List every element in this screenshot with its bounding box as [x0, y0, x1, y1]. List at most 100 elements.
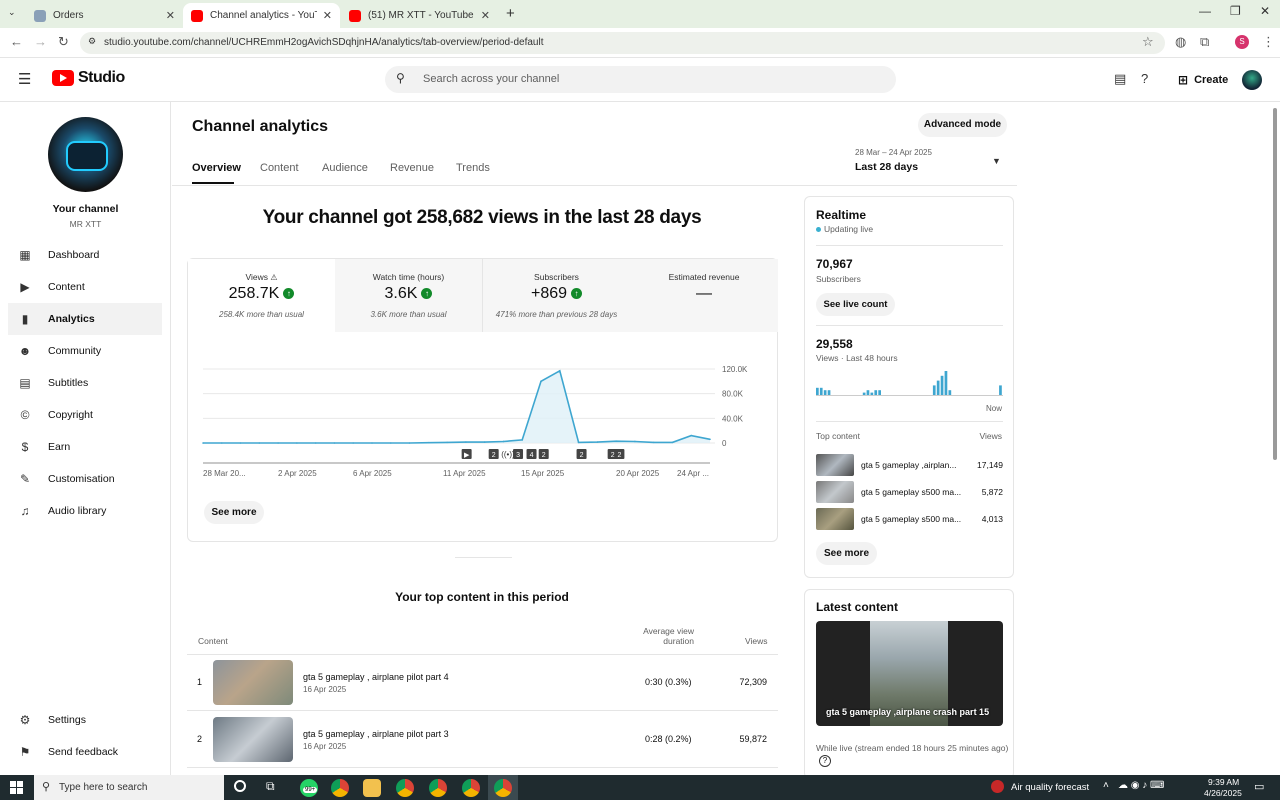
video-thumbnail: [816, 481, 854, 503]
tab-revenue[interactable]: Revenue: [390, 162, 434, 174]
video-title[interactable]: gta 5 gameplay , airplane pilot part 3: [303, 729, 449, 739]
sidebar-item-content[interactable]: ▶ Content: [8, 271, 162, 303]
air-quality-label[interactable]: Air quality forecast: [1011, 782, 1089, 793]
event-marker-label: ▶: [464, 452, 470, 459]
browser-tab-orders[interactable]: Orders ✕: [26, 3, 183, 28]
video-thumbnail[interactable]: [213, 660, 293, 705]
clock-time[interactable]: 9:39 AM: [1208, 777, 1239, 787]
metric-subscribers[interactable]: Subscribers +869 ↑ 471% more than previou…: [483, 259, 631, 332]
weather-icon[interactable]: [991, 780, 1004, 793]
chrome-icon[interactable]: [331, 779, 349, 797]
youtube-logo-icon[interactable]: [52, 70, 74, 86]
forward-icon[interactable]: →: [34, 34, 47, 49]
sidebar-item-settings[interactable]: ⚙ Settings: [8, 704, 162, 736]
sidebar-item-customisation[interactable]: ✎ Customisation: [8, 463, 162, 495]
latest-video-thumbnail[interactable]: gta 5 gameplay ,airplane crash part 15: [816, 621, 1003, 726]
realtime-bar-chart[interactable]: [816, 367, 1003, 399]
browser-tab-channel[interactable]: (51) MR XTT - YouTube ✕: [341, 3, 498, 28]
column-header-views[interactable]: Views: [745, 636, 768, 646]
channel-avatar[interactable]: [48, 117, 123, 192]
see-live-count-button[interactable]: See live count: [816, 293, 895, 316]
bookmark-star-icon[interactable]: ☆: [1142, 34, 1154, 50]
tab-overview[interactable]: Overview: [192, 162, 241, 174]
back-icon[interactable]: ←: [10, 34, 23, 49]
globe-icon[interactable]: ◍: [1175, 34, 1186, 50]
browser-menu-icon[interactable]: ⋮: [1262, 34, 1275, 50]
close-tab-icon[interactable]: ✕: [481, 9, 490, 22]
show-hidden-icons[interactable]: ˄: [1103, 780, 1109, 791]
data-point: [258, 442, 261, 444]
table-row[interactable]: 1 gta 5 gameplay , airplane pilot part 4…: [187, 655, 778, 711]
views-line-chart[interactable]: 120.0K80.0K40.0K0▶ 2 ((•)) 3 4 2 2 2 228 Mar 20.…: [188, 349, 777, 489]
data-point: [352, 442, 355, 444]
sidebar-item-copyright[interactable]: © Copyright: [8, 399, 162, 431]
site-info-icon[interactable]: ⚙: [88, 36, 96, 47]
table-row[interactable]: 2 gta 5 gameplay , airplane pilot part 3…: [187, 712, 778, 768]
taskbar-search-input[interactable]: ⚲ Type here to search: [34, 775, 224, 800]
system-tray-icons[interactable]: ☁ ◉ ♪ ⌨: [1118, 780, 1165, 791]
hamburger-menu-icon[interactable]: ☰: [18, 70, 31, 88]
minimize-icon[interactable]: —: [1199, 4, 1211, 18]
windows-start-icon[interactable]: [10, 781, 23, 794]
see-more-button[interactable]: See more: [816, 542, 877, 565]
url-field[interactable]: ⚙ studio.youtube.com/channel/UCHREmmH2og…: [80, 32, 1165, 54]
new-tab-button[interactable]: +: [506, 5, 515, 22]
task-view-icon[interactable]: ⧉: [266, 779, 275, 794]
data-point: [709, 438, 711, 441]
series-line: [203, 369, 711, 444]
clock-date[interactable]: 4/26/2025: [1204, 788, 1242, 798]
chrome-profile-icon[interactable]: [462, 779, 480, 797]
column-header-avd[interactable]: Average view duration: [636, 626, 694, 646]
reload-icon[interactable]: ↻: [58, 34, 69, 50]
maximize-icon[interactable]: ❐: [1230, 4, 1241, 18]
messages-icon[interactable]: ▤: [1114, 71, 1126, 87]
video-title[interactable]: gta 5 gameplay , airplane pilot part 4: [303, 672, 449, 682]
close-window-icon[interactable]: ✕: [1260, 4, 1270, 18]
account-avatar[interactable]: [1242, 70, 1262, 90]
close-tab-icon[interactable]: ✕: [323, 9, 332, 22]
metric-watch-time[interactable]: Watch time (hours) 3.6K ↑ 3.6K more than …: [335, 259, 483, 332]
tab-audience[interactable]: Audience: [322, 162, 368, 174]
search-input[interactable]: ⚲ Search across your channel: [385, 66, 896, 93]
extensions-icon[interactable]: ⧉: [1200, 34, 1209, 50]
tab-content[interactable]: Content: [260, 162, 299, 174]
date-range-text[interactable]: 28 Mar – 24 Apr 2025: [855, 148, 932, 157]
list-item[interactable]: gta 5 gameplay s500 ma... 5,872: [816, 481, 1003, 503]
help-icon[interactable]: ?: [1141, 71, 1148, 86]
chrome-profile-icon[interactable]: [429, 779, 447, 797]
now-label: Now: [985, 404, 1002, 413]
chrome-profile-icon[interactable]: [396, 779, 414, 797]
sidebar-item-community[interactable]: ☻ Community: [8, 335, 162, 367]
page-scrollbar[interactable]: [1273, 108, 1277, 460]
chrome-active-icon[interactable]: [494, 779, 512, 797]
advanced-mode-button[interactable]: Advanced mode: [918, 113, 1007, 137]
metric-views[interactable]: Views ⚠ 258.7K ↑ 258.4K more than usual: [188, 259, 336, 332]
file-explorer-icon[interactable]: [363, 779, 381, 797]
video-thumbnail[interactable]: [213, 717, 293, 762]
list-item[interactable]: gta 5 gameplay ,airplan... 17,149: [816, 454, 1003, 476]
list-item[interactable]: gta 5 gameplay s500 ma... 4,013: [816, 508, 1003, 530]
x-tick-label: 2 Apr 2025: [278, 469, 317, 478]
studio-logo-text[interactable]: Studio: [78, 69, 125, 87]
sidebar-item-analytics[interactable]: ▮ Analytics: [8, 303, 162, 335]
profile-avatar[interactable]: S: [1235, 35, 1249, 49]
realtime-card: Realtime Updating live 70,967 Subscriber…: [804, 196, 1014, 578]
tab-search-icon[interactable]: ⌄: [8, 7, 16, 18]
see-more-button[interactable]: See more: [204, 501, 264, 524]
sidebar-item-earn[interactable]: $ Earn: [8, 431, 162, 463]
create-button[interactable]: ⊞ Create: [1168, 68, 1238, 92]
chevron-down-icon[interactable]: ▼: [992, 156, 1001, 166]
tab-trends[interactable]: Trends: [456, 162, 490, 174]
cortana-icon[interactable]: [234, 780, 246, 792]
sidebar-item-send-feedback[interactable]: ⚑ Send feedback: [8, 736, 162, 768]
help-icon[interactable]: ?: [819, 755, 831, 767]
sidebar-item-subtitles[interactable]: ▤ Subtitles: [8, 367, 162, 399]
sidebar-item-dashboard[interactable]: ▦ Dashboard: [8, 239, 162, 271]
notifications-icon[interactable]: ▭: [1254, 780, 1264, 793]
metric-estimated-revenue[interactable]: Estimated revenue —: [630, 259, 778, 332]
date-period-select[interactable]: Last 28 days: [855, 161, 918, 173]
close-tab-icon[interactable]: ✕: [166, 9, 175, 22]
sidebar-item-audio-library[interactable]: ♫ Audio library: [8, 495, 162, 527]
earn-icon: $: [21, 440, 29, 454]
browser-tab-analytics[interactable]: Channel analytics - YouTube Studio ✕: [183, 3, 340, 28]
